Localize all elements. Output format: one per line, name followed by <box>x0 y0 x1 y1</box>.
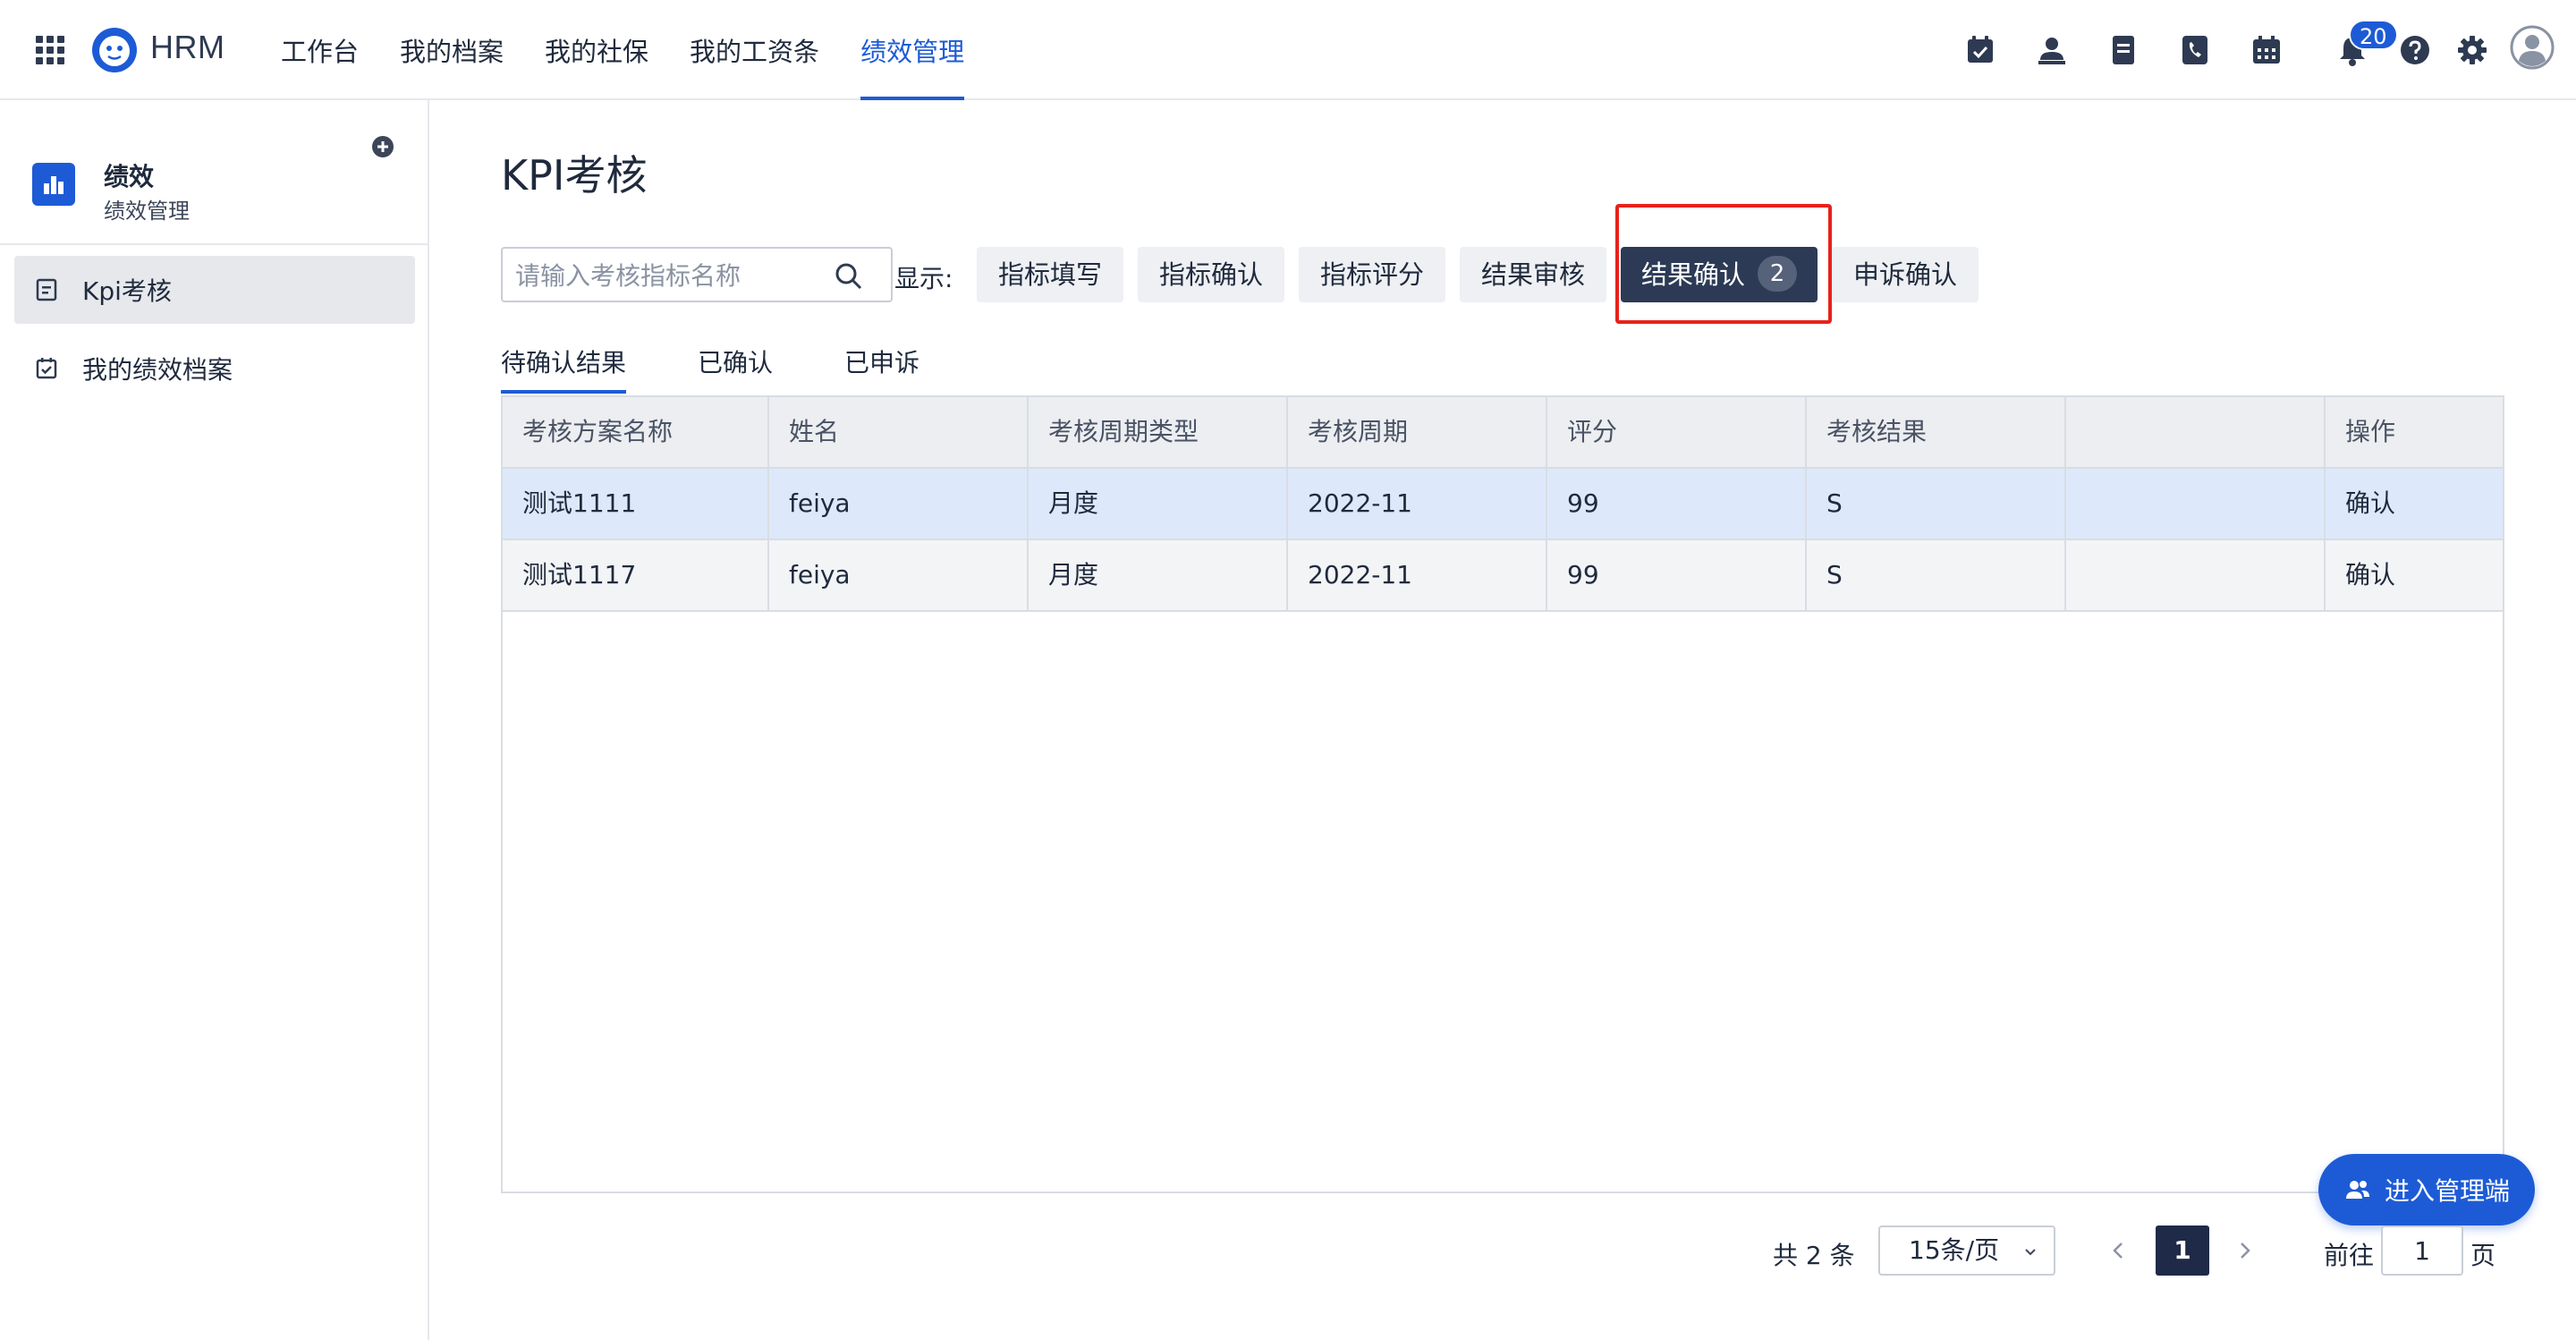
app-name: HRM <box>150 29 225 65</box>
sidebar-subtitle: 绩效管理 <box>104 199 190 224</box>
filter-indicator-fill[interactable]: 指标填写 <box>977 247 1123 302</box>
chevron-down-icon <box>2025 1249 2036 1256</box>
cell-score: 99 <box>1547 540 1807 610</box>
bar-chart-icon <box>32 163 75 206</box>
sidebar-item-kpi[interactable]: Kpi考核 <box>14 256 415 324</box>
filter-indicator-score[interactable]: 指标评分 <box>1299 247 1445 302</box>
sidebar-item-label: Kpi考核 <box>82 276 172 306</box>
cell-blank <box>2066 540 2326 610</box>
cell-cycle-type: 月度 <box>1029 469 1288 539</box>
search-box <box>501 247 893 302</box>
page-size-value: 15条/页 <box>1909 1235 2000 1265</box>
users-icon <box>2345 1181 2369 1199</box>
nav-item-my-payslip[interactable]: 我的工资条 <box>690 0 819 100</box>
confirm-action-link[interactable]: 确认 <box>2326 540 2503 610</box>
nav-item-performance[interactable]: 绩效管理 <box>860 0 965 100</box>
pagination-total: 共 2 条 <box>1773 1241 1855 1270</box>
sidebar-item-my-performance-archive[interactable]: 我的绩效档案 <box>14 335 415 403</box>
results-table: 考核方案名称 姓名 考核周期类型 考核周期 评分 考核结果 操作 测试1111 … <box>501 395 2504 1193</box>
phone-icon[interactable] <box>2177 32 2213 68</box>
app-grid-icon[interactable] <box>36 36 64 64</box>
calendar-check-icon[interactable] <box>1962 32 1998 68</box>
nav-item-my-profile[interactable]: 我的档案 <box>400 0 504 100</box>
gear-icon[interactable] <box>2454 32 2490 68</box>
cell-plan-name: 测试1111 <box>503 469 769 539</box>
goto-page-input[interactable] <box>2381 1226 2463 1276</box>
cell-cycle: 2022-11 <box>1288 540 1547 610</box>
column-header-plan-name: 考核方案名称 <box>503 397 769 467</box>
monkey-logo-icon <box>92 28 137 72</box>
cell-name: feiya <box>769 469 1029 539</box>
table-row[interactable]: 测试1117 feiya 月度 2022-11 99 S 确认 <box>503 540 2503 612</box>
filter-result-confirm-label: 结果确认 <box>1640 259 1745 290</box>
sidebar: 绩效 绩效管理 Kpi考核 我的绩效档案 <box>0 100 429 1340</box>
filter-label: 显示: <box>894 264 953 293</box>
table-header-row: 考核方案名称 姓名 考核周期类型 考核周期 评分 考核结果 操作 <box>503 397 2503 469</box>
filter-count-badge: 2 <box>1758 256 1797 292</box>
column-header-name: 姓名 <box>769 397 1029 467</box>
page-number-current[interactable]: 1 <box>2156 1226 2209 1276</box>
table-row[interactable]: 测试1111 feiya 月度 2022-11 99 S 确认 <box>503 469 2503 540</box>
page-title: KPI考核 <box>501 151 648 199</box>
enter-admin-button[interactable]: 进入管理端 <box>2318 1154 2535 1226</box>
column-header-score: 评分 <box>1547 397 1807 467</box>
add-circle-icon[interactable] <box>370 134 395 159</box>
cell-result: S <box>1807 469 2066 539</box>
cell-cycle-type: 月度 <box>1029 540 1288 610</box>
cell-name: feiya <box>769 540 1029 610</box>
filter-indicator-confirm[interactable]: 指标确认 <box>1138 247 1284 302</box>
avatar-icon[interactable] <box>2510 25 2555 70</box>
search-input[interactable] <box>515 256 837 295</box>
calendar-check-icon <box>36 358 57 379</box>
subtab-pending-results[interactable]: 待确认结果 <box>501 343 627 397</box>
document-icon[interactable] <box>2106 32 2141 68</box>
page-size-select[interactable]: 15条/页 <box>1878 1226 2055 1276</box>
cell-plan-name: 测试1117 <box>503 540 769 610</box>
goto-label: 前往 <box>2324 1241 2375 1270</box>
sidebar-header: 绩效 绩效管理 <box>0 100 428 245</box>
help-icon[interactable] <box>2397 32 2433 68</box>
column-header-result: 考核结果 <box>1807 397 2066 467</box>
column-header-actions: 操作 <box>2345 417 2396 446</box>
filter-appeal-confirm[interactable]: 申诉确认 <box>1832 247 1979 302</box>
chevron-left-icon[interactable] <box>2107 1236 2129 1265</box>
sidebar-title: 绩效 <box>104 162 155 191</box>
subtab-confirmed[interactable]: 已确认 <box>698 343 773 397</box>
list-doc-icon <box>36 278 57 301</box>
column-header-blank <box>2066 397 2326 467</box>
confirm-action-link[interactable]: 确认 <box>2326 469 2503 539</box>
chevron-right-icon[interactable] <box>2234 1236 2256 1265</box>
cell-result: S <box>1807 540 2066 610</box>
user-icon[interactable] <box>2034 32 2070 68</box>
column-header-cycle: 考核周期 <box>1288 397 1547 467</box>
notification-badge: 20 <box>2349 20 2398 50</box>
sidebar-item-label: 我的绩效档案 <box>82 355 233 385</box>
nav-item-my-social-security[interactable]: 我的社保 <box>545 0 648 100</box>
enter-admin-label: 进入管理端 <box>2384 1176 2510 1206</box>
filter-result-review[interactable]: 结果审核 <box>1460 247 1606 302</box>
column-header-cycle-type: 考核周期类型 <box>1029 397 1288 467</box>
top-navigation-bar: HRM 工作台 我的档案 我的社保 我的工资条 绩效管理 20 <box>0 0 2576 100</box>
page-suffix-label: 页 <box>2470 1241 2496 1270</box>
cell-score: 99 <box>1547 469 1807 539</box>
cell-cycle: 2022-11 <box>1288 469 1547 539</box>
subtab-appealed[interactable]: 已申诉 <box>844 343 919 397</box>
main-nav: 工作台 我的档案 我的社保 我的工资条 绩效管理 <box>281 0 1005 100</box>
filter-result-confirm[interactable]: 结果确认 2 <box>1621 247 1818 302</box>
search-icon[interactable] <box>834 261 864 292</box>
cell-blank <box>2066 469 2326 539</box>
calendar-icon[interactable] <box>2249 32 2284 68</box>
nav-item-workbench[interactable]: 工作台 <box>281 0 359 100</box>
